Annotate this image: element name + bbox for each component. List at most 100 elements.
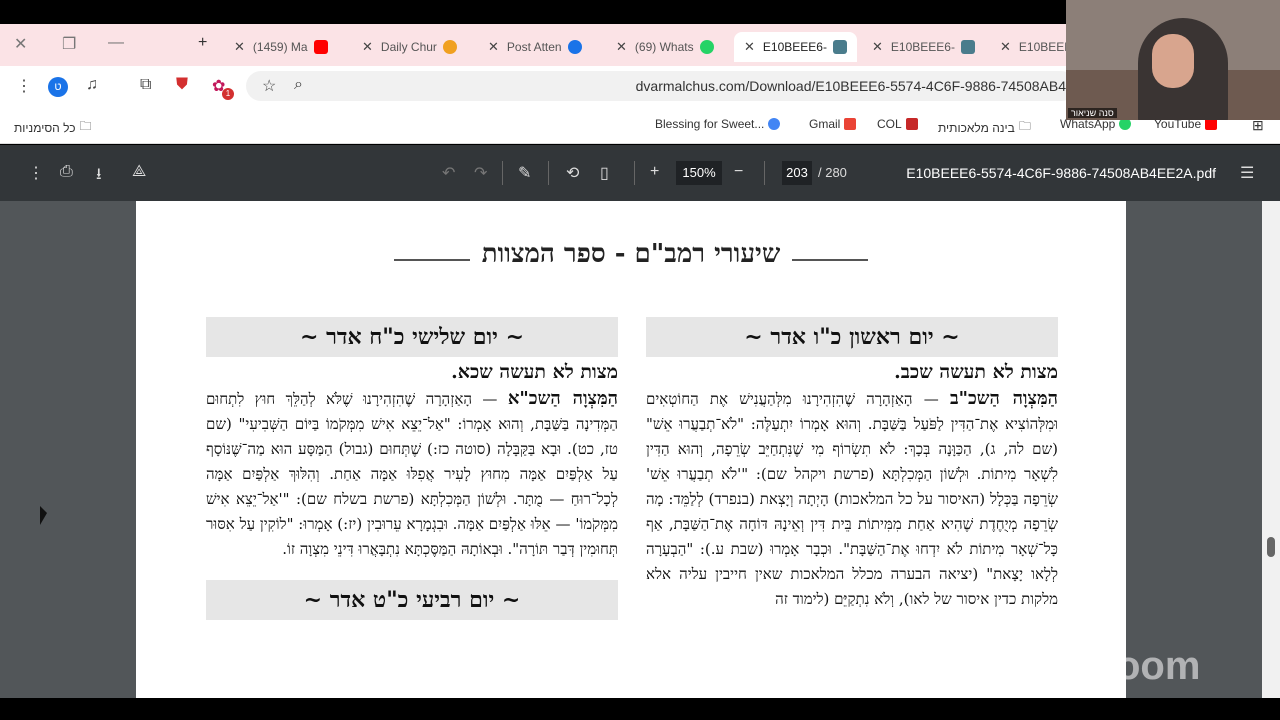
toolbar-separator xyxy=(764,161,765,185)
google-icon xyxy=(768,118,781,130)
tab-pdf-active[interactable]: ✕ E10BEEE6- xyxy=(734,32,857,62)
zoom-level[interactable]: 150% xyxy=(676,161,722,185)
right-column: ~ יום ראשון כ"ו אדר ~ מצות לא תעשה שכב. … xyxy=(646,317,1058,612)
pdf-menu-icon[interactable]: ⋮ xyxy=(28,163,44,183)
notification-badge: 1 xyxy=(222,88,234,100)
profile-avatar[interactable]: ט xyxy=(48,77,68,97)
bookmark-label: כל הסימניות xyxy=(14,120,76,135)
tab-label: (1459) Ma xyxy=(252,40,308,54)
tab-label: Daily Chur xyxy=(380,40,437,54)
zoom-in-icon[interactable]: + xyxy=(650,163,659,181)
tab-label: (69) Whats xyxy=(634,40,694,54)
tab-label: Post Atten xyxy=(506,40,562,54)
tab-pdf-2[interactable]: ✕ E10BEEE6- xyxy=(872,32,975,62)
flame-icon xyxy=(442,40,457,54)
close-tab-icon[interactable]: ✕ xyxy=(872,39,883,55)
youtube-icon xyxy=(313,40,328,54)
fit-page-icon[interactable]: ▯ xyxy=(600,163,609,183)
tab-post-atten[interactable]: ✕ Post Atten xyxy=(488,32,582,62)
section-text: — הָאַזְהָרָה שֶׁהִזְהִירָנוּ שֶׁלֹּא לְ… xyxy=(206,390,618,558)
left-column: ~ יום שלישי כ"ח אדר ~ מצות לא תעשה שכא. … xyxy=(206,317,618,620)
mitzvah-number: הַמִּצְוָה הַשכ"א xyxy=(507,388,618,409)
pdf-filename: E10BEEE6-5574-4C6F-9886-74508AB4EE2A.pdf xyxy=(906,165,1216,181)
pdf-toolbar: ⋮ ⎙ ⭳ ⟁ ↶ ↷ ✎ ⟲ ▯ + 150% − 203 / 280 E10… xyxy=(0,145,1280,201)
address-bar[interactable]: ☆ ⌕ dvarmalchus.com/Download/E10BEEE6-55… xyxy=(246,71,1076,101)
redo-icon[interactable]: ↷ xyxy=(474,163,487,183)
mitzvah-number: הַמִּצְוָה הַשכ"ב xyxy=(949,388,1058,409)
video-thumbnail: סנה שניאור xyxy=(1066,0,1280,120)
toolbar-separator xyxy=(502,161,503,185)
tab-pdf-3[interactable]: ✕ E10BEEE xyxy=(1000,32,1072,62)
tab-youtube[interactable]: ✕ (1459) Ma xyxy=(234,32,328,62)
media-control-icon[interactable]: ♫ xyxy=(86,76,98,94)
folder-icon: 🗀 xyxy=(1018,119,1031,133)
undo-icon[interactable]: ↶ xyxy=(442,163,455,183)
bookmark-gmail[interactable]: Gmail xyxy=(809,117,857,131)
pdf-page: שיעורי רמב"ם - ספר המצוות ~ יום ראשון כ"… xyxy=(136,201,1126,698)
section-body: הַמִּצְוָה הַשכ"א — הָאַזְהָרָה שֶׁהִזְה… xyxy=(206,386,618,562)
tab-label: E10BEEE6- xyxy=(890,40,955,54)
screen-bottom-edge xyxy=(0,698,1280,720)
outline-icon[interactable]: ☰ xyxy=(1240,163,1254,183)
bookmark-label: Blessing for Sweet... xyxy=(655,117,765,131)
new-tab-icon[interactable]: + xyxy=(198,34,207,52)
vertical-scrollbar[interactable] xyxy=(1262,201,1280,698)
bookmark-star-icon[interactable]: ☆ xyxy=(262,76,276,96)
download-icon[interactable]: ⭳ xyxy=(96,163,102,190)
url-text[interactable]: dvarmalchus.com/Download/E10BEEE6-5574-4… xyxy=(636,78,1066,94)
folder-icon: 🗀 xyxy=(79,119,92,133)
close-tab-icon[interactable]: ✕ xyxy=(744,39,755,55)
restore-window-icon[interactable]: ❐ xyxy=(62,34,76,54)
participant-face xyxy=(1152,34,1194,88)
participant-name: סנה שניאור xyxy=(1068,108,1117,118)
page-number-input[interactable]: 203 xyxy=(782,161,812,185)
zoom-watermark: zoom xyxy=(1096,644,1201,688)
zoom-out-icon[interactable]: − xyxy=(734,163,743,181)
document-icon xyxy=(832,40,847,54)
rotate-icon[interactable]: ⟲ xyxy=(566,163,579,183)
scrollbar-thumb[interactable] xyxy=(1267,537,1275,557)
day-header-next: ~ יום רביעי כ"ט אדר ~ xyxy=(206,580,618,620)
page-total: / 280 xyxy=(818,165,847,180)
tab-label: E10BEEE6- xyxy=(762,40,827,54)
close-window-icon[interactable]: ✕ xyxy=(14,34,27,54)
bookmark-label: COL xyxy=(877,117,902,131)
close-tab-icon[interactable]: ✕ xyxy=(234,39,245,55)
annotate-icon[interactable]: ⟁ xyxy=(132,163,146,181)
col-icon xyxy=(905,118,918,130)
day-header: ~ יום ראשון כ"ו אדר ~ xyxy=(646,317,1058,357)
draw-icon[interactable]: ✎ xyxy=(518,163,531,183)
tab-daily-chur[interactable]: ✕ Daily Chur xyxy=(362,32,457,62)
minimize-window-icon[interactable]: — xyxy=(108,34,124,52)
bookmark-blessing[interactable]: Blessing for Sweet... xyxy=(655,117,781,131)
close-tab-icon[interactable]: ✕ xyxy=(488,39,499,55)
bookmark-label: בינה מלאכותית xyxy=(938,120,1015,135)
print-icon[interactable]: ⎙ xyxy=(60,163,73,181)
tab-whatsapp[interactable]: ✕ (69) Whats xyxy=(616,32,714,62)
bookmark-label: Gmail xyxy=(809,117,841,131)
search-icon[interactable]: ⌕ xyxy=(294,76,303,94)
page-title: שיעורי רמב"ם - ספר המצוות xyxy=(481,239,781,269)
day-header: ~ יום שלישי כ"ח אדר ~ xyxy=(206,317,618,357)
section-body: הַמִּצְוָה הַשכ"ב — הָאַזְהָרָה שֶׁהִזְה… xyxy=(646,386,1058,612)
toolbar-separator xyxy=(634,161,635,185)
all-bookmarks-folder[interactable]: כל הסימניות 🗀 xyxy=(14,117,92,138)
title-flourish xyxy=(792,259,868,261)
document-icon xyxy=(960,40,975,54)
bookmark-col[interactable]: COL xyxy=(877,117,918,131)
shield-icon[interactable]: ⛊ xyxy=(176,76,188,94)
pdf-viewer[interactable]: שיעורי רמב"ם - ספר המצוות ~ יום ראשון כ"… xyxy=(0,201,1280,698)
extensions-icon[interactable]: ⧉ xyxy=(140,76,151,94)
close-tab-icon[interactable]: ✕ xyxy=(362,39,373,55)
gmail-icon xyxy=(844,118,857,130)
tab-label: E10BEEE xyxy=(1018,40,1073,54)
close-tab-icon[interactable]: ✕ xyxy=(1000,39,1011,55)
zoom-app-icon xyxy=(567,40,582,54)
whatsapp-icon xyxy=(699,40,714,54)
bookmark-ai-folder[interactable]: בינה מלאכותית 🗀 xyxy=(938,117,1031,138)
close-tab-icon[interactable]: ✕ xyxy=(616,39,627,55)
toolbar-separator xyxy=(548,161,549,185)
menu-icon[interactable]: ⋮ xyxy=(16,76,32,96)
section-subheader: מצות לא תעשה שכב. xyxy=(894,361,1058,383)
section-text: — הָאַזְהָרָה שֶׁהִזְהִירָנוּ מִלְּהַעֲנ… xyxy=(646,390,1058,608)
